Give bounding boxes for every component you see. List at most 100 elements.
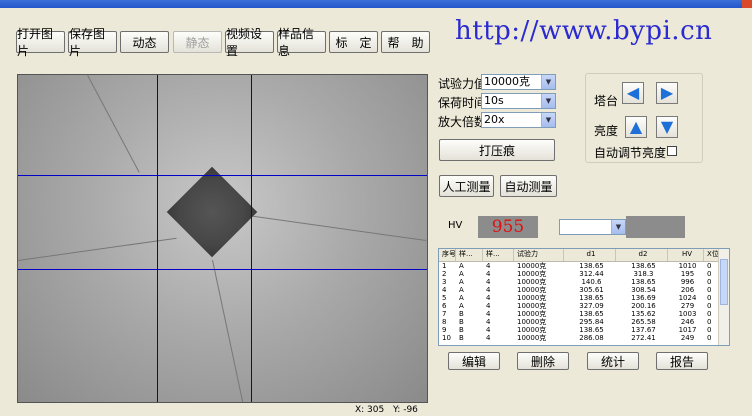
hold-time-label: 保荷时间 <box>438 96 487 110</box>
table-cell: 10000克 <box>517 262 547 270</box>
table-row[interactable]: 8 B 4 10000克 295.84 265.58 246 0 <box>439 318 729 326</box>
table-cell: 10000克 <box>517 334 547 342</box>
table-cell: 4 <box>486 262 491 270</box>
make-indent-button[interactable]: 打压痕 <box>439 139 555 161</box>
brightness-up-button[interactable]: ▲ <box>625 116 647 138</box>
column-header[interactable]: 样... <box>456 249 483 261</box>
table-cell: 138.65 <box>579 262 604 270</box>
column-header[interactable]: d1 <box>564 249 616 261</box>
column-header[interactable]: 序号 <box>439 249 456 261</box>
auto-measure-button[interactable]: 自动测量 <box>500 175 557 197</box>
crosshair-vertical-right[interactable] <box>251 75 252 402</box>
column-header[interactable]: d2 <box>616 249 668 261</box>
table-scrollbar[interactable] <box>718 249 729 345</box>
table-cell: 0 <box>707 318 712 326</box>
edit-button[interactable]: 编辑 <box>448 352 500 370</box>
arrow-down-icon: ▼ <box>660 117 674 136</box>
table-cell: 200.16 <box>631 302 656 310</box>
table-row[interactable]: 5 A 4 10000克 138.65 136.69 1024 0 <box>439 294 729 302</box>
table-cell: B <box>459 334 464 342</box>
help-button[interactable]: 帮 助 <box>381 31 430 53</box>
delete-button[interactable]: 删除 <box>517 352 569 370</box>
table-cell: 1003 <box>678 310 697 318</box>
table-cell: 318.3 <box>633 270 654 278</box>
chevron-down-icon[interactable]: ▼ <box>541 94 555 108</box>
table-cell: 312.44 <box>579 270 604 278</box>
table-cell: 1010 <box>678 262 697 270</box>
column-header[interactable]: X位置 <box>704 249 719 261</box>
table-cell: 327.09 <box>579 302 604 310</box>
table-row[interactable]: 6 A 4 10000克 327.09 200.16 279 0 <box>439 302 729 310</box>
table-cell: 0 <box>707 294 712 302</box>
table-cell: 1 <box>442 262 447 270</box>
crosshair-horizontal-top[interactable] <box>18 175 427 176</box>
table-cell: 4 <box>442 286 447 294</box>
brightness-down-button[interactable]: ▼ <box>656 116 678 138</box>
crosshair-horizontal-bottom[interactable] <box>18 269 427 270</box>
calibrate-button[interactable]: 标 定 <box>329 31 378 53</box>
save-image-button[interactable]: 保存图片 <box>68 27 117 58</box>
table-cell: B <box>459 318 464 326</box>
manual-measure-button[interactable]: 人工测量 <box>439 175 494 197</box>
table-cell: A <box>459 302 464 310</box>
hardness-scale-select[interactable]: ▼ <box>559 219 626 235</box>
table-cell: 0 <box>707 334 712 342</box>
open-image-button[interactable]: 打开图片 <box>16 27 65 58</box>
table-cell: 4 <box>486 302 491 310</box>
table-row[interactable]: 10 B 4 10000克 286.08 272.41 249 0 <box>439 334 729 342</box>
dynamic-button[interactable]: 动态 <box>120 31 169 53</box>
video-settings-button[interactable]: 视频设置 <box>225 27 274 58</box>
scrollbar-thumb[interactable] <box>720 259 728 305</box>
table-cell: B <box>459 310 464 318</box>
static-button[interactable]: 静态 <box>173 31 222 53</box>
table-row[interactable]: 4 A 4 10000克 305.61 308.54 206 0 <box>439 286 729 294</box>
column-header[interactable]: 试验力 <box>514 249 564 261</box>
table-row[interactable]: 9 B 4 10000克 138.65 137.67 1017 0 <box>439 326 729 334</box>
surface-crack <box>18 237 177 261</box>
table-cell: B <box>459 326 464 334</box>
crosshair-vertical-left[interactable] <box>157 75 158 402</box>
auto-brightness-checkbox[interactable] <box>667 146 677 156</box>
chevron-down-icon[interactable]: ▼ <box>541 113 555 127</box>
table-cell: 272.41 <box>631 334 656 342</box>
stage-label: 塔台 <box>594 94 619 108</box>
table-cell: 3 <box>442 278 447 286</box>
table-cell: 138.65 <box>631 262 656 270</box>
table-cell: 140.6 <box>581 278 602 286</box>
surface-crack <box>87 75 140 173</box>
magnification-select[interactable]: 20x ▼ <box>481 112 556 128</box>
arrow-up-icon: ▲ <box>629 117 643 136</box>
table-row[interactable]: 2 A 4 10000克 312.44 318.3 195 0 <box>439 270 729 278</box>
load-select[interactable]: 10000克 ▼ <box>481 74 556 90</box>
table-cell: 6 <box>442 302 447 310</box>
table-cell: A <box>459 294 464 302</box>
sample-info-button[interactable]: 样品信息 <box>277 27 326 58</box>
table-cell: 286.08 <box>579 334 604 342</box>
table-cell: A <box>459 270 464 278</box>
table-cell: 9 <box>442 326 447 334</box>
table-cell: 10000克 <box>517 270 547 278</box>
microscope-view[interactable] <box>17 74 428 403</box>
stage-right-button[interactable]: ▶ <box>656 82 678 104</box>
table-cell: A <box>459 262 464 270</box>
results-table[interactable]: 序号 样... 样... 试验力 d1 d2 HV X位置 1A410000克1… <box>438 248 730 346</box>
report-button[interactable]: 报告 <box>656 352 708 370</box>
table-header: 序号 样... 样... 试验力 d1 d2 HV X位置 <box>439 249 729 262</box>
table-cell: 10000克 <box>517 278 547 286</box>
table-cell: 4 <box>486 286 491 294</box>
close-icon[interactable] <box>742 0 752 8</box>
column-header[interactable]: HV <box>668 249 704 261</box>
table-cell: 1017 <box>678 326 697 334</box>
table-row[interactable]: 1 A 4 10000克 138.65 138.65 1010 0 <box>439 262 729 270</box>
column-header[interactable]: 样... <box>483 249 514 261</box>
stage-left-button[interactable]: ◀ <box>622 82 644 104</box>
table-cell: 4 <box>486 294 491 302</box>
chevron-down-icon[interactable]: ▼ <box>541 75 555 89</box>
table-row[interactable]: 3 A 4 10000克 140.6 138.65 996 0 <box>439 278 729 286</box>
auto-brightness-label: 自动调节亮度 <box>594 146 667 160</box>
table-cell: 137.67 <box>631 326 656 334</box>
hold-time-select[interactable]: 10s ▼ <box>481 93 556 109</box>
chevron-down-icon[interactable]: ▼ <box>611 220 625 234</box>
statistics-button[interactable]: 统计 <box>587 352 639 370</box>
table-row[interactable]: 7 B 4 10000克 138.65 135.62 1003 0 <box>439 310 729 318</box>
